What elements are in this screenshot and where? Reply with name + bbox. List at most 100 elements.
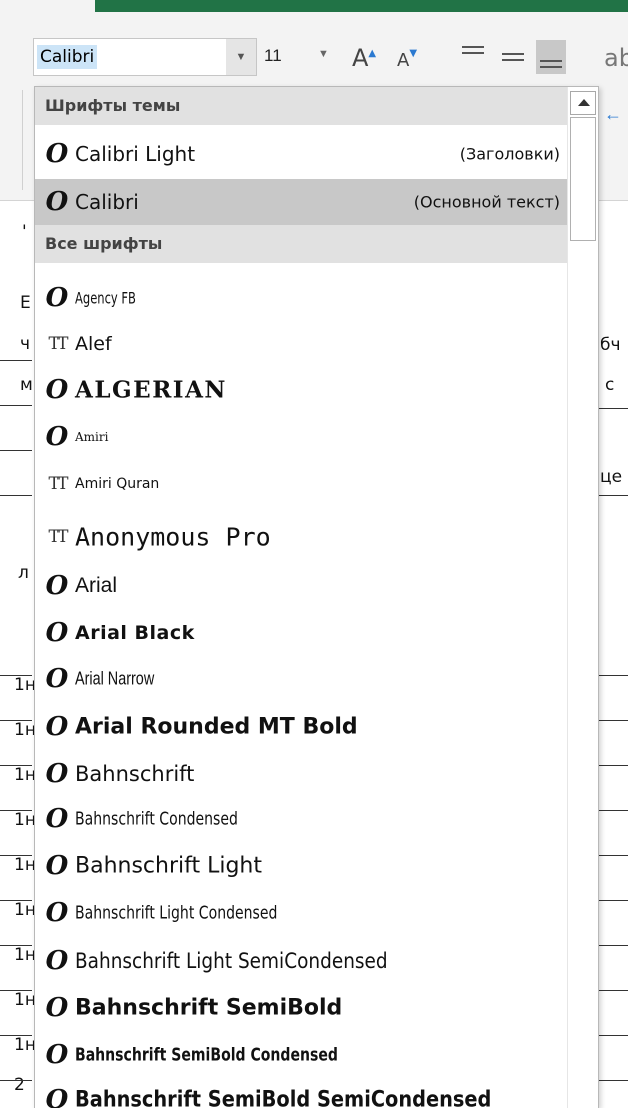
background-cell-text: с — [605, 375, 615, 395]
background-cell-text: 1н — [14, 900, 36, 920]
background-cell-border — [0, 945, 32, 946]
font-name-label: Bahnschrift SemiBold Condensed — [75, 1044, 338, 1066]
font-list-item[interactable]: O Bahnschrift Light SemiCondensed — [35, 938, 568, 984]
font-list-item[interactable]: O Arial Black — [35, 610, 568, 656]
increase-font-size-button[interactable]: A▲ — [352, 44, 376, 72]
decrease-caret-icon: ▼ — [409, 48, 418, 59]
font-list-item[interactable]: O Arial Rounded MT Bold — [35, 704, 568, 750]
font-name-combobox[interactable]: Calibri ▼ — [33, 38, 257, 76]
font-list-item[interactable]: O Bahnschrift SemiBold — [35, 985, 568, 1031]
font-size-input[interactable]: 11 — [264, 46, 282, 66]
background-cell-text: 1н — [14, 810, 36, 830]
align-top-icon — [462, 46, 484, 48]
background-cell-text: бч — [600, 335, 621, 355]
background-cell-border — [598, 408, 628, 409]
opentype-font-icon: O — [45, 618, 69, 648]
font-list-item[interactable]: O Bahnschrift SemiBold SemiCondensed — [35, 1077, 568, 1108]
background-cell-text: 1н — [14, 855, 36, 875]
font-name-dropdown-arrow-icon[interactable]: ▼ — [226, 39, 256, 75]
font-name-label: Anonymous Pro — [75, 522, 271, 552]
background-cell-border — [598, 810, 628, 811]
opentype-font-icon: O — [45, 283, 69, 313]
background-cell-border — [0, 720, 32, 721]
opentype-font-icon: O — [45, 898, 69, 928]
align-bottom-icon — [540, 60, 562, 62]
font-list-item[interactable]: O Arial — [35, 563, 568, 609]
font-list-item[interactable]: O Bahnschrift SemiBold Condensed — [35, 1032, 568, 1078]
font-name-label: Bahnschrift SemiBold SemiCondensed — [75, 1087, 492, 1108]
font-list-item[interactable]: TT Amiri Quran — [35, 461, 568, 507]
all-fonts-header: Все шрифты — [35, 225, 568, 263]
font-usage-note: (Основной текст) — [413, 192, 560, 212]
font-name-label: Arial Narrow — [75, 668, 155, 689]
font-name-label: Bahnschrift Light Condensed — [75, 902, 278, 924]
background-cell-border — [0, 495, 32, 496]
background-cell-border — [598, 765, 628, 766]
background-cell-border — [0, 675, 32, 676]
font-list-item[interactable]: O Calibri Light (Заголовки) — [35, 131, 568, 177]
background-cell-border — [598, 945, 628, 946]
font-name-label: Arial Rounded MT Bold — [75, 714, 358, 740]
align-bottom-button[interactable] — [536, 40, 566, 74]
background-cell-border — [0, 360, 32, 361]
background-cell-border — [0, 900, 32, 901]
opentype-font-icon: O — [45, 139, 69, 169]
background-cell-text: 1н — [14, 675, 36, 695]
background-cell-border — [0, 990, 32, 991]
background-cell-text: 1н — [14, 765, 36, 785]
font-list-item[interactable]: O Bahnschrift Light — [35, 843, 568, 889]
orientation-icon[interactable]: ab — [604, 44, 628, 72]
background-cell-border — [598, 675, 628, 676]
decrease-font-size-button[interactable]: A▼ — [397, 48, 418, 71]
font-list-item[interactable]: O Amiri — [35, 414, 568, 460]
align-bottom-icon-line — [540, 66, 562, 68]
scroll-up-icon[interactable] — [570, 91, 596, 115]
align-top-icon-line — [462, 52, 484, 54]
font-name-input[interactable]: Calibri — [37, 45, 98, 69]
align-middle-icon-line — [502, 59, 524, 61]
opentype-font-icon: O — [45, 1040, 69, 1070]
background-cell-text: ч — [20, 334, 31, 354]
align-top-button[interactable] — [458, 40, 488, 74]
font-list-item[interactable]: O Bahnschrift — [35, 751, 568, 797]
font-name-label: Alef — [75, 333, 112, 355]
background-cell-text: 1н — [14, 990, 36, 1010]
font-list-item[interactable]: O Arial Narrow — [35, 656, 568, 702]
background-cell-border — [0, 855, 32, 856]
font-list-item[interactable]: O ALGERIAN — [35, 367, 568, 413]
font-name-label: Bahnschrift Light — [75, 853, 262, 879]
background-cell-border — [0, 450, 32, 451]
background-cell-border — [0, 765, 32, 766]
dropdown-scrollbar[interactable] — [567, 87, 598, 1108]
align-middle-icon — [502, 53, 524, 55]
font-size-combobox[interactable]: 11 ▼ — [258, 38, 340, 76]
background-cell-border — [0, 405, 32, 406]
background-cell-text: ' — [22, 222, 27, 242]
background-cell-border — [598, 990, 628, 991]
background-cell-border — [598, 495, 628, 496]
font-name-label: Bahnschrift — [75, 762, 195, 786]
opentype-font-icon: O — [45, 664, 69, 694]
scrollbar-thumb[interactable] — [570, 117, 596, 241]
font-name-label: Calibri Light — [75, 142, 196, 166]
opentype-font-icon: O — [45, 993, 69, 1023]
truetype-font-icon: TT — [48, 334, 69, 354]
ribbon-tab-accent — [95, 0, 628, 12]
truetype-font-icon: TT — [48, 527, 69, 547]
font-name-label: Arial — [75, 574, 118, 597]
font-list-item[interactable]: O Calibri (Основной текст) — [35, 179, 568, 225]
background-cell-border — [598, 1080, 628, 1081]
truetype-font-icon: TT — [48, 474, 69, 494]
font-name-label: Amiri — [75, 430, 109, 444]
font-size-dropdown-arrow-icon[interactable]: ▼ — [318, 48, 329, 60]
font-list-item[interactable]: TT Anonymous Pro — [35, 514, 568, 560]
font-dropdown[interactable]: Шрифты темы Все шрифты O Calibri Light (За… — [34, 86, 599, 1108]
align-middle-button[interactable] — [498, 40, 528, 74]
font-list-item[interactable]: O Agency FB — [35, 275, 568, 321]
font-list-item[interactable]: TT Alef — [35, 321, 568, 367]
decrease-indent-icon[interactable]: ← — [604, 104, 622, 125]
opentype-font-icon: O — [45, 804, 69, 834]
font-list-item[interactable]: O Bahnschrift Condensed — [35, 796, 568, 842]
background-cell-border — [0, 810, 32, 811]
font-list-item[interactable]: O Bahnschrift Light Condensed — [35, 890, 568, 936]
